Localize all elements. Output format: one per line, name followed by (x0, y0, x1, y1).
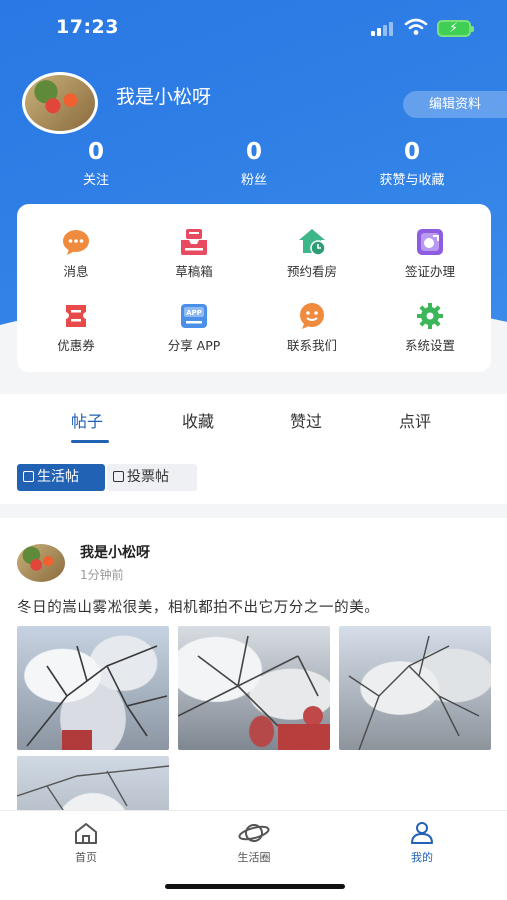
chip-label: 投票帖 (127, 469, 169, 485)
menu-item-label: 分享 APP (167, 338, 221, 353)
tabbar-label: 首页 (75, 851, 97, 864)
tab-favorites[interactable]: 收藏 (182, 408, 214, 432)
planet-icon (238, 824, 270, 842)
status-time: 17:23 (56, 16, 119, 38)
chip-life-posts[interactable]: 生活帖 (17, 464, 105, 491)
tabbar-mine[interactable]: 我的 (372, 821, 472, 865)
menu-item-messages[interactable]: 消息 (26, 228, 126, 280)
document-icon (23, 471, 34, 482)
chip-vote-posts[interactable]: 投票帖 (107, 464, 197, 491)
edit-profile-button[interactable]: 编辑资料 (403, 91, 507, 118)
menu-item-contact-us[interactable]: 联系我们 (262, 302, 362, 354)
active-tab-indicator (71, 440, 109, 443)
menu-item-share-app[interactable]: APP 分享 APP (144, 302, 244, 354)
coupon-icon (62, 302, 90, 330)
post-author-name[interactable]: 我是小松呀 (80, 542, 150, 562)
house-clock-icon (298, 228, 326, 256)
post-photo[interactable] (17, 756, 169, 810)
menu-item-label: 草稿箱 (175, 264, 213, 279)
menu-item-visa[interactable]: 签证办理 (380, 228, 480, 280)
post-author-avatar[interactable] (17, 544, 65, 582)
signal-icon (371, 22, 395, 36)
person-icon (411, 822, 433, 844)
chat-bubble-icon (62, 228, 90, 256)
ballot-icon (113, 471, 124, 482)
wifi-icon (404, 18, 428, 35)
stat-value: 0 (403, 139, 420, 165)
tabbar-label: 我的 (411, 851, 433, 864)
post-text: 冬日的嵩山雾凇很美，相机都拍不出它万分之一的美。 (17, 600, 380, 616)
tabbar-home[interactable]: 首页 (36, 821, 136, 865)
tabbar-life-circle[interactable]: 生活圈 (204, 821, 304, 865)
app-share-icon: APP (180, 302, 208, 330)
post-photo[interactable] (178, 626, 330, 750)
chip-label: 生活帖 (37, 469, 79, 485)
feature-menu-card: 消息 草稿箱 预约看房 签证办理 优惠券 APP 分享 APP 联系我们 系统设… (17, 204, 491, 372)
menu-item-drafts[interactable]: 草稿箱 (144, 228, 244, 280)
post-photo[interactable] (339, 626, 491, 750)
visa-card-icon (416, 228, 444, 256)
stat-label: 粉丝 (240, 173, 267, 188)
stat-label: 关注 (82, 173, 109, 188)
menu-item-coupons[interactable]: 优惠券 (26, 302, 126, 354)
stat-following[interactable]: 0 关注 (31, 138, 161, 188)
svg-text:APP: APP (186, 309, 202, 317)
avatar[interactable] (22, 72, 98, 134)
menu-item-label: 优惠券 (57, 338, 95, 353)
post-photo[interactable] (17, 626, 169, 750)
tab-reviews[interactable]: 点评 (399, 408, 431, 432)
menu-item-label: 签证办理 (404, 264, 455, 279)
status-bar: 17:23 ⚡ (0, 0, 507, 56)
tab-liked[interactable]: 赞过 (290, 408, 322, 432)
menu-item-label: 预约看房 (286, 264, 337, 279)
tab-posts[interactable]: 帖子 (71, 408, 103, 432)
menu-item-viewing-appointment[interactable]: 预约看房 (262, 228, 362, 280)
menu-item-label: 消息 (63, 264, 89, 279)
home-icon (75, 823, 97, 844)
gear-icon (416, 302, 444, 330)
contact-smile-icon (298, 302, 326, 330)
post-timestamp: 1分钟前 (80, 568, 124, 582)
stat-value: 0 (245, 139, 262, 165)
menu-item-label: 系统设置 (404, 338, 455, 353)
menu-item-label: 联系我们 (286, 338, 337, 353)
stat-value: 0 (87, 139, 104, 165)
stat-likes-favorites[interactable]: 0 获赞与收藏 (347, 138, 477, 188)
post-card[interactable]: 我是小松呀 1分钟前 冬日的嵩山雾凇很美，相机都拍不出它万分之一的美。 (0, 518, 507, 810)
drafts-tray-icon (180, 228, 208, 256)
stat-label: 获赞与收藏 (379, 173, 445, 188)
tabbar-label: 生活圈 (237, 851, 271, 864)
menu-item-settings[interactable]: 系统设置 (380, 302, 480, 354)
user-name: 我是小松呀 (116, 86, 212, 108)
battery-icon: ⚡ (437, 20, 474, 37)
stat-followers[interactable]: 0 粉丝 (189, 138, 319, 188)
home-indicator (165, 884, 345, 889)
